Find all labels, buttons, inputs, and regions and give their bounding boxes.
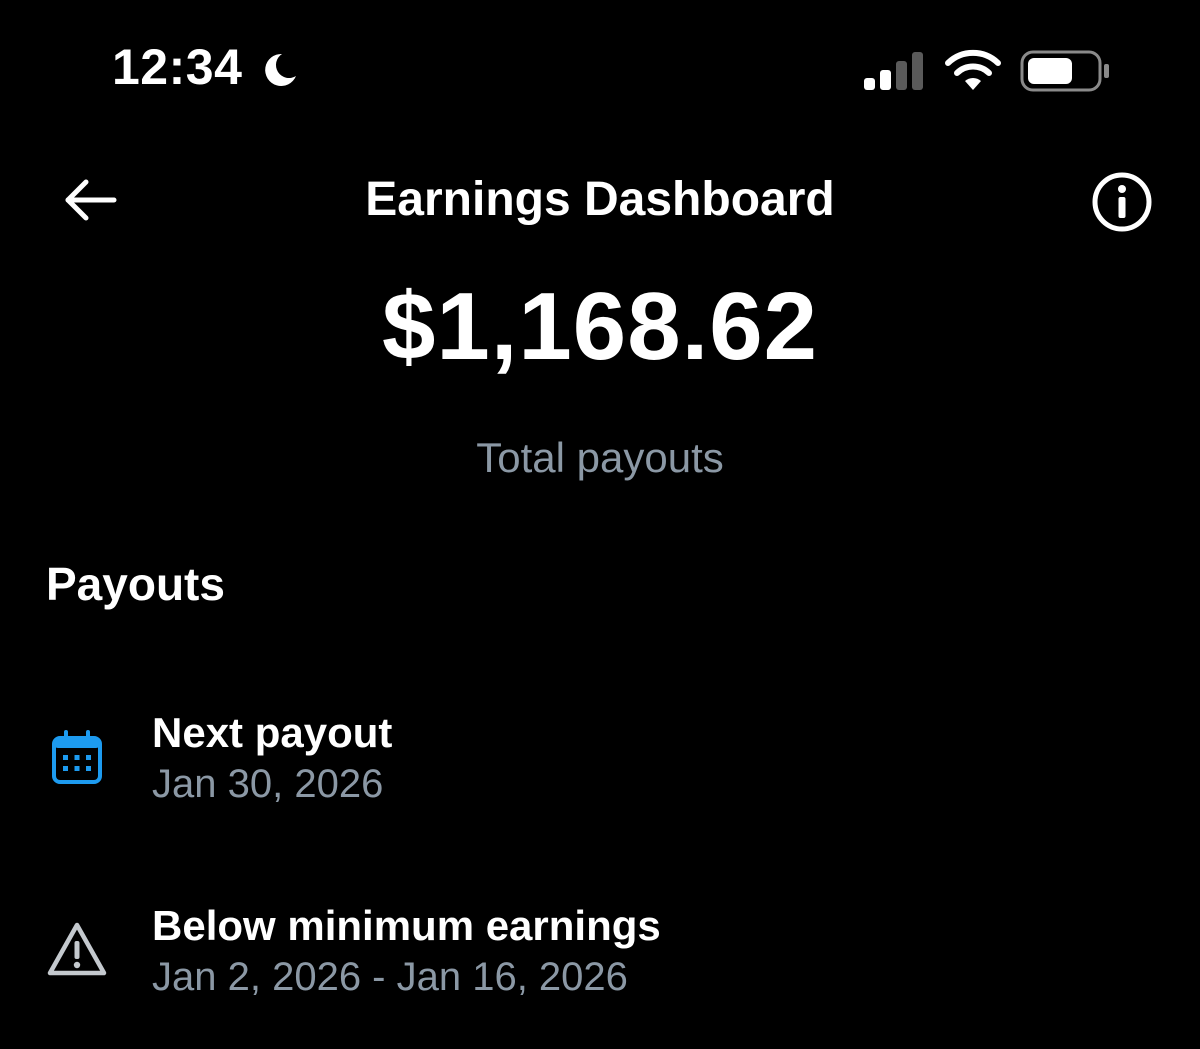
cellular-signal-icon (864, 52, 923, 90)
earnings-dashboard-screen: 12:34 Earnings Dashboard $1,168.62 Total… (0, 0, 1200, 1049)
status-time: 12:34 (112, 39, 243, 95)
moon-icon (265, 53, 296, 86)
total-payouts-amount: $1,168.62 (381, 273, 819, 380)
payouts-section-title: Payouts (46, 558, 225, 610)
next-payout-date: Jan 30, 2026 (152, 762, 384, 806)
below-minimum-period: Jan 2, 2026 - Jan 16, 2026 (152, 955, 628, 999)
next-payout-row[interactable]: Next payout Jan 30, 2026 (0, 700, 1200, 830)
info-icon[interactable] (1088, 168, 1156, 236)
below-minimum-title: Below minimum earnings (152, 902, 661, 949)
warning-icon (47, 922, 107, 976)
battery-icon (1020, 50, 1109, 92)
next-payout-title: Next payout (152, 709, 393, 756)
wifi-icon (945, 49, 1001, 90)
total-payouts-label: Total payouts (476, 434, 724, 481)
calendar-icon (52, 730, 102, 784)
below-minimum-row[interactable]: Below minimum earnings Jan 2, 2026 - Jan… (0, 893, 1200, 1023)
page-title: Earnings Dashboard (365, 173, 835, 226)
